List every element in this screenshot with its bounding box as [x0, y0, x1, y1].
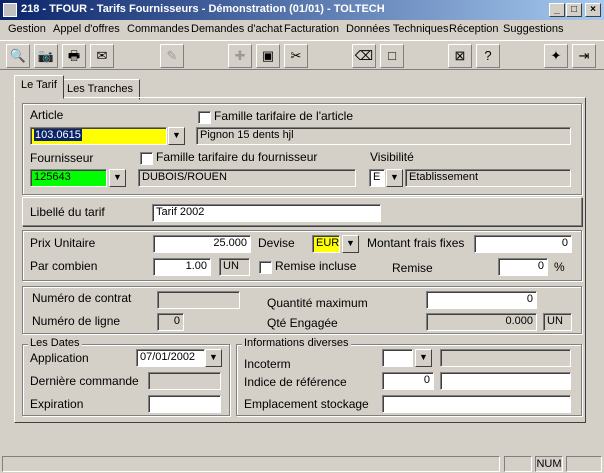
- new-page-icon[interactable]: □: [380, 44, 404, 68]
- montant-frais-label: Montant frais fixes: [367, 236, 465, 250]
- remise-percent: %: [554, 260, 565, 274]
- indice-desc-field[interactable]: [440, 372, 571, 390]
- menu-commandes[interactable]: Commandes: [127, 23, 189, 35]
- prix-unitaire-label: Prix Unitaire: [30, 236, 96, 250]
- incoterm-label: Incoterm: [244, 357, 291, 371]
- article-code-value: 103.0615: [34, 129, 82, 141]
- remise-label: Remise: [392, 261, 433, 275]
- qte-unite-field: UN: [543, 313, 572, 331]
- mail-icon[interactable]: ✉: [90, 44, 114, 68]
- fournisseur-name-field: DUBOIS/ROUEN: [138, 169, 356, 187]
- dates-title: Les Dates: [28, 337, 82, 349]
- help-icon[interactable]: ?: [476, 44, 500, 68]
- app-window: 218 - TFOUR - Tarifs Fournisseurs - Démo…: [0, 0, 604, 473]
- add-icon: ✚: [228, 44, 252, 68]
- indice-label: Indice de référence: [244, 375, 347, 389]
- status-bar: NUM: [0, 453, 604, 473]
- article-code-field[interactable]: 103.0615: [30, 127, 167, 145]
- devise-field[interactable]: EUR: [312, 235, 340, 253]
- emplacement-field[interactable]: [382, 395, 571, 413]
- maximize-button[interactable]: □: [566, 3, 582, 17]
- disabled-edit-icon: ✎: [160, 44, 184, 68]
- par-combien-label: Par combien: [30, 259, 98, 273]
- status-num: NUM: [535, 456, 563, 472]
- fournisseur-dropdown-button[interactable]: ▼: [109, 169, 126, 187]
- minimize-button[interactable]: _: [549, 3, 565, 17]
- infos-title: Informations diverses: [242, 337, 351, 349]
- famille-fournisseur-label: Famille tarifaire du fournisseur: [156, 150, 318, 164]
- derniere-commande-field: [148, 372, 221, 390]
- menu-suggestions[interactable]: Suggestions: [503, 23, 564, 35]
- status-main: [2, 456, 500, 472]
- article-label: Article: [30, 108, 64, 122]
- remise-incluse-checkbox[interactable]: [259, 261, 272, 274]
- search-icon[interactable]: 🔍: [6, 44, 30, 68]
- visibilite-dropdown-button[interactable]: ▼: [386, 169, 403, 187]
- incoterm-desc-field: [440, 349, 571, 367]
- menu-appel-offres[interactable]: Appel d'offres: [53, 23, 120, 35]
- save-icon[interactable]: ▣: [256, 44, 280, 68]
- article-dropdown-button[interactable]: ▼: [168, 127, 185, 145]
- libelle-label: Libellé du tarif: [30, 205, 105, 219]
- visibilite-value-field: Etablissement: [405, 169, 571, 187]
- quantite-max-field[interactable]: 0: [426, 291, 537, 309]
- article-description-field: Pignon 15 dents hjl: [196, 127, 571, 145]
- application-date-field[interactable]: 07/01/2002: [136, 349, 205, 367]
- menu-gestion[interactable]: Gestion: [8, 23, 46, 35]
- incoterm-dropdown-button[interactable]: ▼: [415, 349, 432, 367]
- wand-icon[interactable]: ✦: [544, 44, 568, 68]
- devise-label: Devise: [258, 236, 295, 250]
- tab-le-tarif[interactable]: Le Tarif: [14, 75, 64, 99]
- print-icon[interactable]: 🖶: [62, 44, 86, 68]
- application-date-dropdown[interactable]: ▼: [205, 349, 222, 367]
- status-pane-1: [504, 456, 532, 472]
- unite-field: UN: [219, 258, 250, 276]
- window-title: 218 - TFOUR - Tarifs Fournisseurs - Démo…: [21, 3, 385, 15]
- exit-icon[interactable]: ⇥: [572, 44, 596, 68]
- emplacement-label: Emplacement stockage: [244, 397, 369, 411]
- eraser-icon[interactable]: ⌫: [352, 44, 376, 68]
- title-bar: 218 - TFOUR - Tarifs Fournisseurs - Démo…: [0, 0, 604, 20]
- numero-contrat-label: Numéro de contrat: [32, 291, 132, 305]
- close-button[interactable]: ×: [585, 3, 601, 17]
- menu-donnees-techniques[interactable]: Données Techniques: [346, 23, 449, 35]
- fournisseur-code-field[interactable]: 125643: [30, 169, 107, 187]
- status-pane-3: [566, 456, 602, 472]
- expiration-label: Expiration: [30, 397, 84, 411]
- par-combien-field[interactable]: 1.00: [153, 258, 211, 276]
- famille-article-checkbox[interactable]: [198, 111, 211, 124]
- cut-icon[interactable]: ✂: [284, 44, 308, 68]
- remise-incluse-label: Remise incluse: [275, 259, 357, 273]
- application-label: Application: [30, 351, 89, 365]
- libelle-field[interactable]: Tarif 2002: [152, 204, 381, 222]
- visibilite-code-field[interactable]: E: [369, 169, 385, 187]
- menu-facturation[interactable]: Facturation: [284, 23, 339, 35]
- visibilite-label: Visibilité: [370, 150, 414, 164]
- camera-icon[interactable]: 📷: [34, 44, 58, 68]
- incoterm-code-field[interactable]: [382, 349, 413, 367]
- remise-field[interactable]: 0: [498, 258, 548, 276]
- indice-value-field[interactable]: 0: [382, 372, 434, 390]
- montant-frais-field[interactable]: 0: [474, 235, 572, 253]
- derniere-commande-label: Dernière commande: [30, 374, 139, 388]
- numero-ligne-label: Numéro de ligne: [32, 314, 121, 328]
- numero-ligne-field: 0: [157, 313, 184, 331]
- famille-fournisseur-checkbox[interactable]: [140, 152, 153, 165]
- menu-reception[interactable]: Réception: [449, 23, 499, 35]
- numero-contrat-field: [157, 291, 240, 309]
- expiration-field[interactable]: [148, 395, 221, 413]
- menu-demandes-achat[interactable]: Demandes d'achat: [191, 23, 282, 35]
- qte-engagee-label: Qté Engagée: [267, 316, 338, 330]
- menu-bar: Gestion Appel d'offres Commandes Demande…: [0, 20, 604, 39]
- fournisseur-label: Fournisseur: [30, 151, 94, 165]
- ticket-icon[interactable]: ⊠: [448, 44, 472, 68]
- quantite-max-label: Quantité maximum: [267, 296, 368, 310]
- app-icon: [3, 3, 17, 17]
- famille-article-label: Famille tarifaire de l'article: [214, 109, 354, 123]
- prix-unitaire-field[interactable]: 25.000: [153, 235, 251, 253]
- qte-engagee-field: 0.000: [426, 313, 537, 331]
- devise-dropdown-button[interactable]: ▼: [342, 235, 359, 253]
- toolbar: 🔍 📷 🖶 ✉ ✎ ✚ ▣ ✂ ⌫ □ ⊠ ? ✦ ⇥: [0, 40, 604, 70]
